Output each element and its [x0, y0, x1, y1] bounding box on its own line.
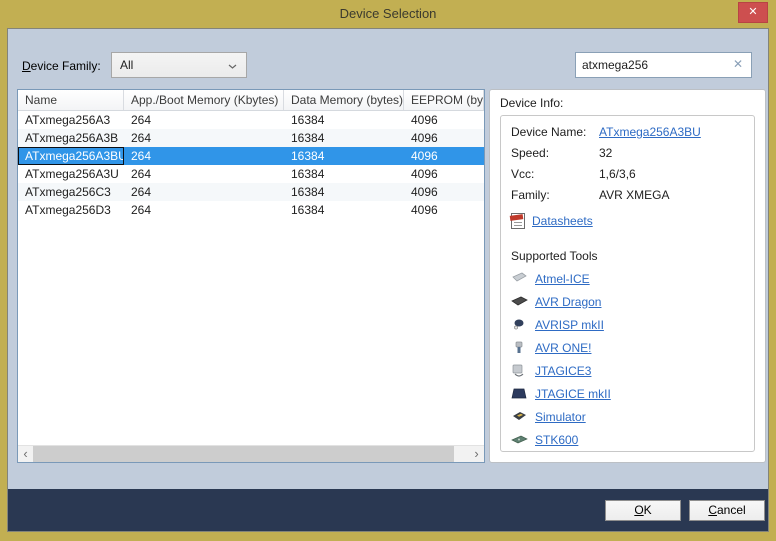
device-info-panel: Device Info: Device Name: ATxmega256A3BU… — [489, 89, 766, 463]
simulator-icon — [511, 410, 528, 423]
tool-link-avrisp-mkii[interactable]: AVRISP mkII — [535, 318, 604, 332]
cell-app-boot: 264 — [124, 111, 284, 129]
cell-data-memory: 16384 — [284, 111, 404, 129]
avrisp-mkii-icon — [511, 318, 528, 331]
cell-name: ATxmega256A3BU — [18, 147, 124, 165]
dialog-client-area: Device Family: All ✕ Name App./Boot Memo… — [7, 28, 769, 532]
jtagice-mkii-icon — [511, 387, 528, 400]
device-family-selected-value: All — [120, 58, 133, 72]
cell-name: ATxmega256A3B — [18, 129, 124, 147]
cell-name: ATxmega256A3U — [18, 165, 124, 183]
cell-app-boot: 264 — [124, 129, 284, 147]
cell-eeprom: 4096 — [404, 201, 484, 219]
cell-name: ATxmega256D3 — [18, 201, 124, 219]
speed-field: Speed: 32 — [511, 145, 754, 166]
close-button[interactable]: ✕ — [738, 2, 768, 23]
speed-label: Speed: — [511, 145, 599, 166]
tool-item: Simulator — [511, 405, 754, 428]
tool-item: AVR ONE! — [511, 336, 754, 359]
vcc-value: 1,6/3,6 — [599, 166, 636, 187]
tool-link-avr-dragon[interactable]: AVR Dragon — [535, 295, 601, 309]
cell-app-boot: 264 — [124, 201, 284, 219]
supported-tools-title: Supported Tools — [511, 249, 754, 267]
cell-data-memory: 16384 — [284, 165, 404, 183]
speed-value: 32 — [599, 145, 612, 166]
scrollbar-thumb[interactable] — [33, 446, 454, 463]
table-row[interactable]: ATxmega256D3 264 16384 4096 — [18, 201, 484, 219]
cell-data-memory: 16384 — [284, 201, 404, 219]
cell-eeprom: 4096 — [404, 183, 484, 201]
tool-link-atmel-ice[interactable]: Atmel-ICE — [535, 272, 590, 286]
table-row[interactable]: ATxmega256C3 264 16384 4096 — [18, 183, 484, 201]
table-row[interactable]: ATxmega256A3 264 16384 4096 — [18, 111, 484, 129]
column-header-name[interactable]: Name — [18, 90, 124, 110]
datasheets-row: Datasheets — [511, 209, 754, 233]
cell-data-memory: 16384 — [284, 147, 404, 165]
vcc-label: Vcc: — [511, 166, 599, 187]
tool-item: AVRISP mkII — [511, 313, 754, 336]
title-bar[interactable]: Device Selection — [0, 0, 776, 28]
table-row[interactable]: ATxmega256A3U 264 16384 4096 — [18, 165, 484, 183]
cell-eeprom: 4096 — [404, 147, 484, 165]
device-info-box: Device Name: ATxmega256A3BU Speed: 32 Vc… — [500, 115, 755, 452]
stk600-icon — [511, 433, 528, 446]
close-icon: ✕ — [748, 6, 757, 18]
cancel-button[interactable]: Cancel — [689, 500, 765, 521]
avr-one-icon — [511, 341, 528, 354]
tool-link-jtagice-mkii[interactable]: JTAGICE mkII — [535, 387, 611, 401]
tool-link-avr-one[interactable]: AVR ONE! — [535, 341, 591, 355]
device-info-title: Device Info: — [500, 96, 563, 110]
device-family-label: Device Family: — [22, 59, 101, 73]
cell-app-boot: 264 — [124, 165, 284, 183]
chevron-down-icon — [228, 64, 237, 69]
tool-link-simulator[interactable]: Simulator — [535, 410, 586, 424]
cell-eeprom: 4096 — [404, 129, 484, 147]
cell-app-boot: 264 — [124, 183, 284, 201]
tool-link-jtagice3[interactable]: JTAGICE3 — [535, 364, 591, 378]
tool-item: JTAGICE mkII — [511, 382, 754, 405]
search-clear-icon[interactable]: ✕ — [733, 57, 743, 71]
tool-item: JTAGICE3 — [511, 359, 754, 382]
column-header-data-memory[interactable]: Data Memory (bytes) — [284, 90, 404, 110]
family-value: AVR XMEGA — [599, 187, 669, 208]
device-name-link[interactable]: ATxmega256A3BU — [599, 124, 701, 145]
table-row-selected[interactable]: ATxmega256A3BU 264 16384 4096 — [18, 147, 484, 165]
column-header-eeprom[interactable]: EEPROM (bytes) — [404, 90, 484, 110]
cell-data-memory: 16384 — [284, 183, 404, 201]
cell-eeprom: 4096 — [404, 111, 484, 129]
cell-name: ATxmega256C3 — [18, 183, 124, 201]
device-family-dropdown[interactable]: All — [111, 52, 247, 78]
scroll-right-icon[interactable]: › — [469, 446, 484, 463]
device-name-label: Device Name: — [511, 124, 599, 145]
vcc-field: Vcc: 1,6/3,6 — [511, 166, 754, 187]
cell-data-memory: 16384 — [284, 129, 404, 147]
tool-item: AVR Dragon — [511, 290, 754, 313]
avr-dragon-icon — [511, 295, 528, 308]
cell-name: ATxmega256A3 — [18, 111, 124, 129]
scroll-left-icon[interactable]: ‹ — [18, 446, 33, 463]
table-row[interactable]: ATxmega256A3B 264 16384 4096 — [18, 129, 484, 147]
device-table: Name App./Boot Memory (Kbytes) Data Memo… — [17, 89, 485, 463]
column-header-app-boot-memory[interactable]: App./Boot Memory (Kbytes) — [124, 90, 284, 110]
device-name-field: Device Name: ATxmega256A3BU — [511, 124, 754, 145]
window-title: Device Selection — [0, 0, 776, 28]
ok-button[interactable]: OK — [605, 500, 681, 521]
search-input[interactable] — [582, 55, 722, 75]
tool-item: Atmel-ICE — [511, 267, 754, 290]
family-label: Family: — [511, 187, 599, 208]
pdf-icon — [511, 213, 525, 229]
cell-eeprom: 4096 — [404, 165, 484, 183]
datasheets-link[interactable]: Datasheets — [532, 214, 593, 228]
family-field: Family: AVR XMEGA — [511, 187, 754, 208]
jtagice3-icon — [511, 364, 528, 377]
cell-app-boot: 264 — [124, 147, 284, 165]
table-header: Name App./Boot Memory (Kbytes) Data Memo… — [18, 90, 484, 111]
dialog-footer: OK Cancel — [8, 489, 768, 531]
tool-item: STK600 — [511, 428, 754, 451]
horizontal-scrollbar[interactable]: ‹ › — [18, 445, 484, 462]
atmel-ice-icon — [511, 272, 528, 285]
tool-link-stk600[interactable]: STK600 — [535, 433, 578, 447]
device-search-box: ✕ — [575, 52, 752, 78]
